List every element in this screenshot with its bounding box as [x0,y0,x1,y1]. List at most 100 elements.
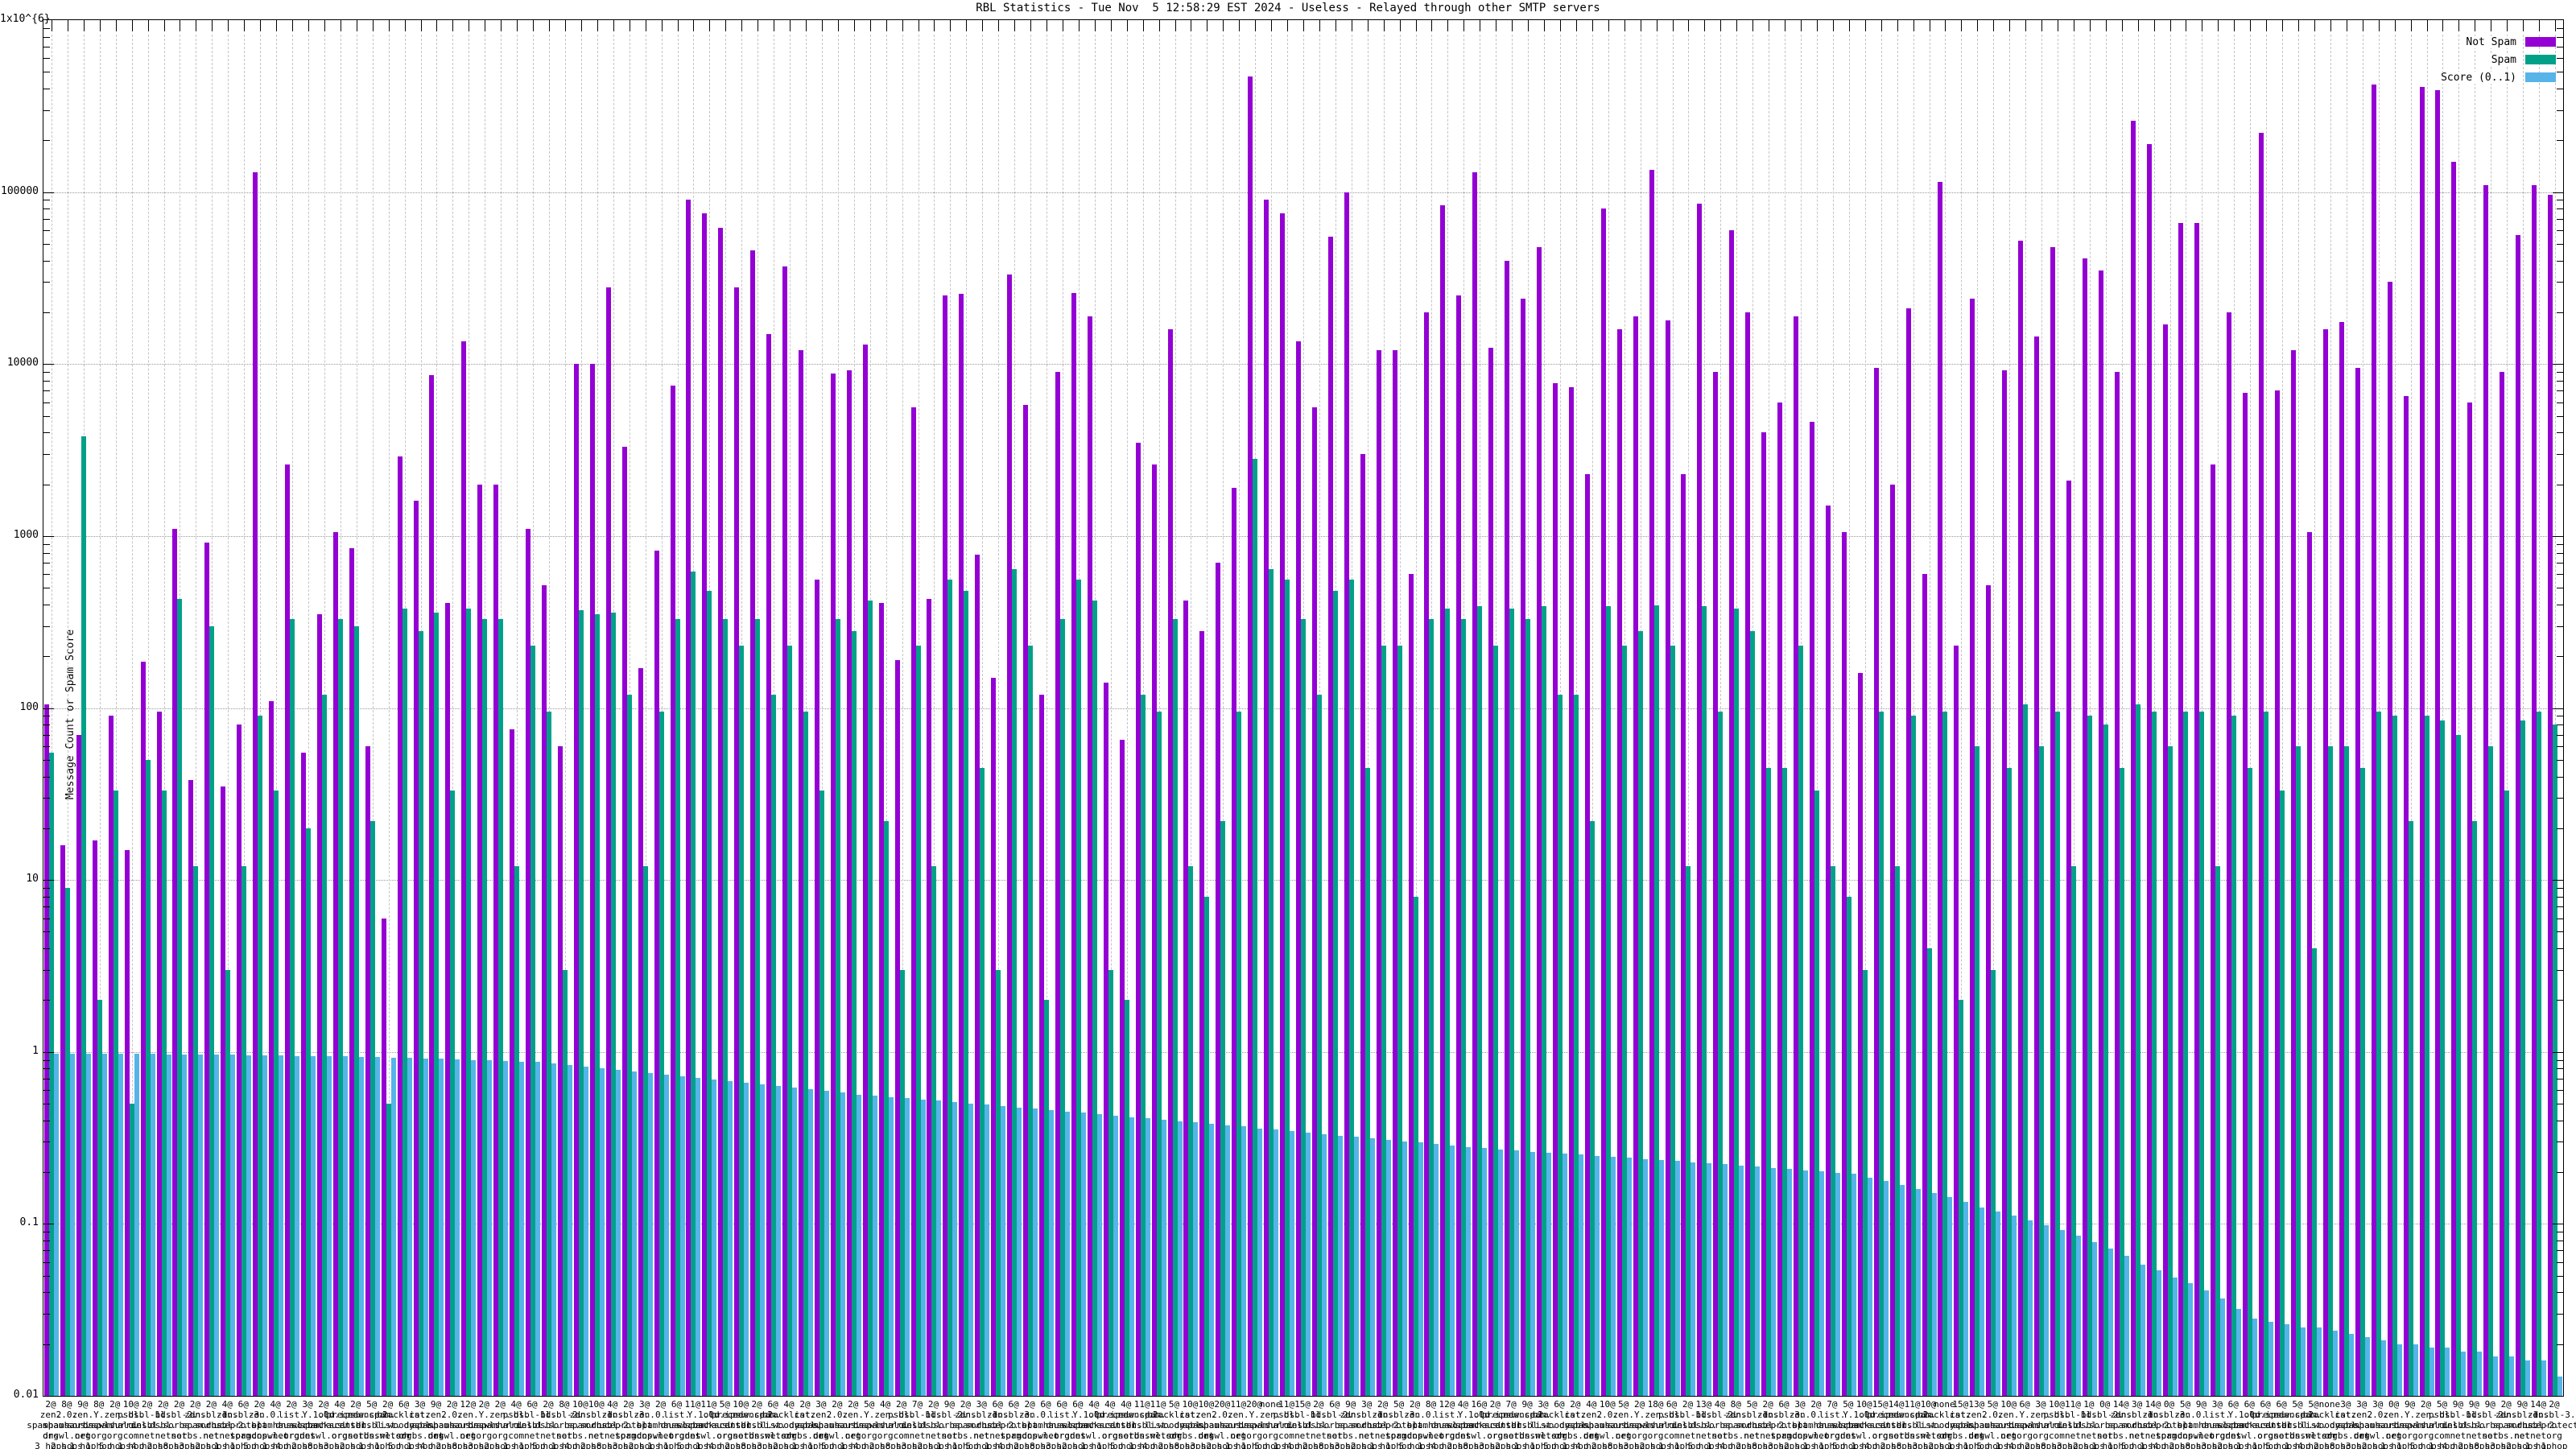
y-major-tick [2553,708,2563,709]
y-minor-tick [2557,260,2563,262]
bar-score [2525,1360,2531,1396]
x-tick-label: 5@ [1618,1399,1629,1410]
x-tick-label: 6@ [526,1399,538,1410]
x-tick [837,20,839,31]
x-tick [661,20,663,31]
bar-score [1225,1125,1231,1396]
x-tick-label: net [1310,1430,1327,1441]
bar-score [198,1054,204,1396]
x-tick-label: org [2017,1430,2033,1441]
y-minor-tick [2557,724,2563,726]
x-tick [1303,20,1304,31]
x-tick [1271,20,1273,31]
bar-score [2364,1336,2370,1396]
x-tick-label: 4@ [1088,1399,1100,1410]
y-minor-tick [43,282,50,283]
x-tick-label: 10@ [1856,1399,1872,1410]
x-tick [1512,20,1513,31]
x-tick-label: net [1294,1430,1311,1441]
bar-score [952,1102,958,1396]
bar-score [1129,1117,1134,1396]
x-tick-label: 14@ [2530,1399,2546,1410]
x-tick [324,20,325,31]
x-tick-label: 5@ [1746,1399,1757,1410]
bar-score [535,1062,541,1396]
x-tick-label: 4@ [1586,1399,1597,1410]
x-tick-label: 5@ [1987,1399,1998,1410]
y-minor-tick [43,552,50,554]
x-tick-label: list. [1048,1410,1075,1420]
bar-score [2012,1215,2017,1396]
x-tick-label: 2@ [318,1399,329,1410]
bar-spam [2264,712,2269,1396]
x-tick-label: Y. [1843,1410,1854,1420]
x-tick-label: com [2434,1430,2450,1441]
y-minor-tick [2557,1292,2563,1294]
bar-score [166,1054,171,1396]
bar-spam [2488,745,2494,1396]
bar-score [358,1056,364,1396]
x-tick-label: 8@ [559,1399,570,1410]
bar-score [2509,1356,2515,1396]
bar-score [455,1059,460,1396]
x-tick [2523,20,2524,31]
bar-score [1723,1164,1728,1396]
y-minor-tick [2557,1250,2563,1252]
y-minor-tick [43,1068,50,1070]
x-tick [1431,20,1433,31]
y-minor-tick [43,415,50,417]
y-minor-tick [2557,243,2563,245]
bar-score [1674,1161,1680,1396]
bar-score [439,1059,444,1396]
bar-score [985,1104,990,1396]
x-tick-label: zen. [842,1410,865,1420]
y-minor-tick [2557,1000,2563,1001]
y-minor-tick [43,1141,50,1143]
y-tick-label: 0.1 [19,1216,39,1229]
x-tick-label: com [2049,1430,2065,1441]
bar-score [712,1079,717,1396]
x-tick-label: 2@ [848,1399,859,1410]
x-tick-label: 6@ [1056,1399,1067,1410]
bar-score [1369,1138,1375,1396]
x-tick [452,20,454,31]
x-tick-label: 9@ [77,1399,89,1410]
x-tick-label: 3@ [976,1399,987,1410]
y-minor-tick [2557,380,2563,382]
x-tick [1624,20,1625,31]
x-tick-label: 2@ [286,1399,297,1410]
bar-score [2252,1319,2258,1396]
x-tick-label: 2@ [1409,1399,1421,1410]
y-major-tick [2553,535,2563,537]
bar-spam [2520,720,2526,1396]
x-tick-label: org [1647,1430,1664,1441]
x-tick-label: 2@ [1634,1399,1645,1410]
x-tick [2410,20,2412,31]
bar-score [101,1054,107,1396]
bar-score [1177,1121,1183,1396]
x-tick-label: net [2450,1430,2467,1441]
bar-score [2236,1309,2242,1396]
y-minor-tick [43,1000,50,1001]
bar-score [647,1072,653,1396]
x-tick-label: net [155,1430,171,1441]
bar-spam [2424,716,2429,1396]
bar-score [1546,1152,1552,1396]
x-tick-label: 2@ [654,1399,667,1410]
bar-score [1064,1111,1070,1396]
x-tick-label: net [203,1430,220,1441]
y-minor-tick [43,896,50,898]
x-tick-label: zen. [1404,1410,1426,1420]
bar-score [118,1054,123,1396]
bar-score [295,1055,300,1396]
y-minor-tick [2557,58,2563,60]
x-tick [1672,20,1674,31]
x-tick [1447,20,1449,31]
x-tick [998,20,1000,31]
x-tick [2507,20,2508,31]
bar-score [342,1056,348,1396]
x-tick [2089,20,2091,31]
x-tick [1575,20,1577,31]
x-tick [1319,20,1320,31]
y-minor-tick [2557,656,2563,658]
